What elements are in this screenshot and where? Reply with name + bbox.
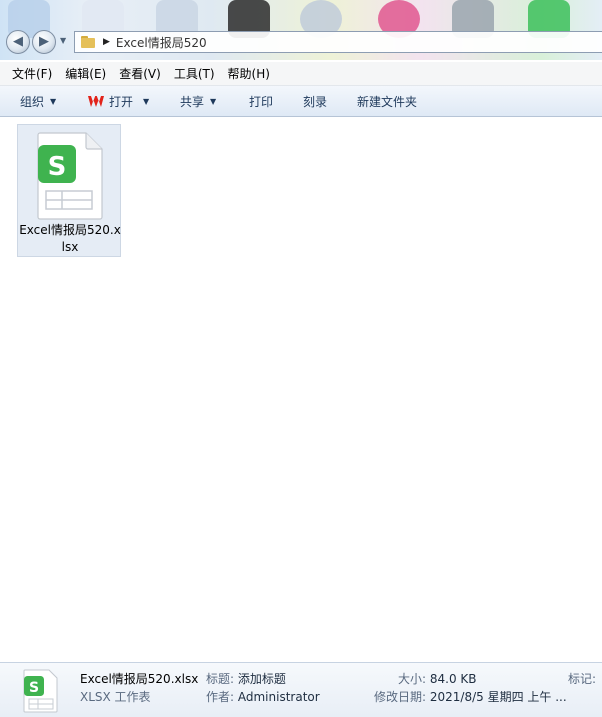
svg-text:S: S (48, 152, 67, 182)
chevron-down-icon: ▼ (50, 97, 57, 106)
breadcrumb-folder[interactable]: Excel情报局520 (116, 34, 207, 51)
author-value[interactable]: Administrator (238, 690, 320, 704)
menu-tools[interactable]: 工具(T) (168, 65, 222, 82)
details-size: 大小: 84.0 KB (398, 670, 477, 687)
command-bar: 组织 ▼ 打开 ▼ 共享 ▼ 打印 刻录 新建文件夹 (0, 86, 602, 117)
wps-logo-icon (88, 95, 104, 108)
author-label: 作者: (206, 690, 235, 704)
modified-label: 修改日期: (374, 690, 427, 704)
details-title: 标题: 添加标题 (206, 670, 286, 687)
share-button[interactable]: 共享 ▼ (180, 93, 216, 110)
new-folder-button[interactable]: 新建文件夹 (357, 93, 417, 110)
title-label: 标题: (206, 672, 235, 686)
file-item[interactable]: S Excel情报局520.xlsx (17, 124, 121, 257)
menu-file[interactable]: 文件(F) (0, 65, 59, 82)
modified-value: 2021/8/5 星期四 上午 ... (429, 690, 567, 704)
burn-button[interactable]: 刻录 (303, 93, 327, 110)
file-list-area[interactable]: S Excel情报局520.xlsx (0, 117, 602, 662)
size-value: 84.0 KB (429, 672, 477, 686)
open-label: 打开 (109, 95, 134, 109)
svg-text:S: S (29, 680, 39, 696)
chevron-down-icon: ▼ (143, 97, 150, 106)
folder-icon (81, 36, 95, 48)
title-value[interactable]: 添加标题 (238, 672, 286, 686)
recent-pages-dropdown[interactable]: ▼ (60, 36, 66, 45)
navigation-row: ◀ ▶ ▼ ▶ Excel情报局520 (0, 28, 602, 60)
menu-view[interactable]: 查看(V) (113, 65, 168, 82)
address-bar[interactable]: ▶ Excel情报局520 (74, 31, 602, 53)
organize-button[interactable]: 组织 ▼ (20, 93, 56, 110)
breadcrumb-arrow-icon[interactable]: ▶ (103, 37, 110, 47)
details-file-type: XLSX 工作表 (80, 690, 151, 704)
wps-spreadsheet-icon: S (23, 669, 58, 713)
menu-edit[interactable]: 编辑(E) (59, 65, 113, 82)
chevron-down-icon: ▼ (210, 97, 217, 106)
open-button[interactable]: 打开 ▼ (88, 93, 149, 110)
details-pane: S Excel情报局520.xlsx XLSX 工作表 标题: 添加标题 作者:… (0, 662, 602, 717)
menu-bar: 文件(F) 编辑(E) 查看(V) 工具(T) 帮助(H) (0, 62, 602, 86)
back-button[interactable]: ◀ (6, 30, 30, 54)
file-name-label: Excel情报局520.xlsx (19, 223, 121, 254)
details-tags: 标记: (568, 670, 596, 687)
size-label: 大小: (398, 672, 427, 686)
organize-label: 组织 (20, 95, 45, 109)
forward-button[interactable]: ▶ (32, 30, 56, 54)
share-label: 共享 (180, 95, 205, 109)
details-author: 作者: Administrator (206, 688, 320, 705)
details-file-name: Excel情报局520.xlsx (80, 672, 199, 686)
wps-spreadsheet-icon: S (37, 132, 103, 220)
menu-help[interactable]: 帮助(H) (222, 65, 277, 82)
tags-label: 标记: (568, 672, 597, 686)
details-modified: 修改日期: 2021/8/5 星期四 上午 ... (374, 688, 567, 705)
print-button[interactable]: 打印 (249, 93, 273, 110)
